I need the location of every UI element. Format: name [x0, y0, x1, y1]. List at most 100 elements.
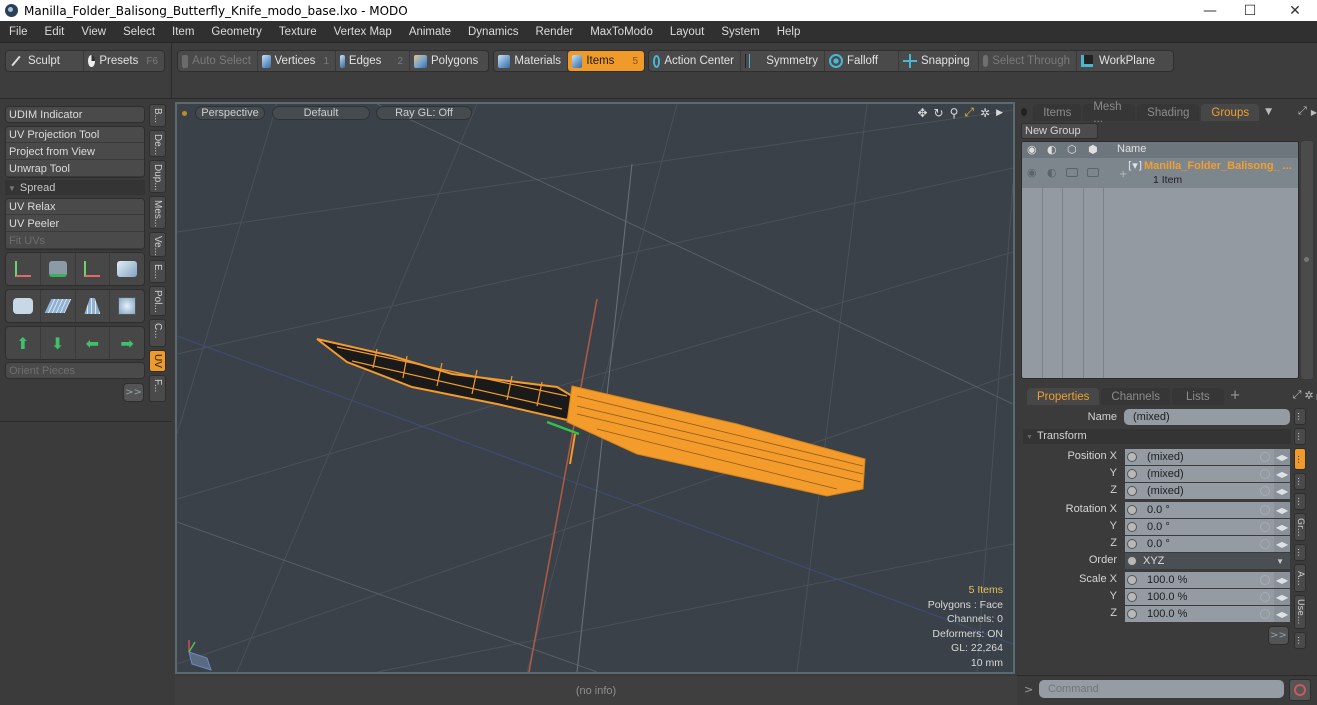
menu-system[interactable]: System	[712, 26, 767, 38]
uv-wrap-button[interactable]	[6, 290, 41, 322]
keyframe-dot-icon[interactable]	[1127, 522, 1137, 532]
side-tab[interactable]: ...	[1294, 408, 1306, 425]
polygons-button[interactable]: Polygons	[410, 51, 488, 71]
drag-value-icon[interactable]: ◀▶	[1274, 589, 1290, 605]
row-lock-checkbox[interactable]	[1066, 168, 1078, 177]
property-value[interactable]: (mixed)	[1141, 466, 1260, 482]
drag-value-icon[interactable]: ◀▶	[1274, 536, 1290, 552]
keyframe-dot-icon[interactable]	[1127, 505, 1137, 515]
render-column-icon[interactable]: ◐	[1047, 143, 1057, 156]
property-value[interactable]: (mixed)	[1141, 483, 1260, 499]
property-field[interactable]: 0.0 ° ◀▶	[1125, 536, 1290, 552]
align-right-button[interactable]: ➡	[110, 327, 144, 359]
property-value[interactable]: 100.0 %	[1141, 589, 1260, 605]
uv-perspective-button[interactable]	[76, 290, 111, 322]
menu-dynamics[interactable]: Dynamics	[459, 26, 526, 38]
link-icon[interactable]	[1260, 505, 1270, 515]
side-tab[interactable]: ...	[1294, 544, 1306, 561]
viewport-settings-gear-icon[interactable]: ✲	[980, 106, 990, 120]
spread-section-header[interactable]: ▼ Spread	[5, 180, 145, 196]
uv-sphere-button[interactable]	[110, 290, 144, 322]
orient-pieces-button[interactable]: Orient Pieces	[6, 363, 144, 378]
expand-more-button[interactable]: >>	[123, 383, 144, 402]
property-field[interactable]: 100.0 % ◀▶	[1125, 589, 1290, 605]
side-tab[interactable]: ...	[1294, 428, 1306, 445]
unwrap-tool-button[interactable]: Unwrap Tool	[6, 161, 144, 177]
property-field[interactable]: (mixed) ◀▶	[1125, 449, 1290, 465]
group-row[interactable]: ◉ ◐ + [▾] Manilla_Folder_Balisong_ ... 1…	[1022, 158, 1298, 188]
fit-uvs-button[interactable]: Fit UVs	[6, 233, 144, 249]
link-icon[interactable]	[1260, 469, 1270, 479]
select-through-button[interactable]: Select Through	[979, 51, 1077, 71]
rotate-uv-button[interactable]	[41, 253, 76, 285]
property-value[interactable]: 0.0 °	[1141, 519, 1260, 535]
keyframe-dot-icon[interactable]	[1127, 609, 1137, 619]
link-icon[interactable]	[1260, 609, 1270, 619]
edges-button[interactable]: Edges 2	[336, 51, 410, 71]
link-icon[interactable]	[1260, 452, 1270, 462]
tab-lists[interactable]: Lists	[1172, 388, 1224, 405]
3d-viewport[interactable]: Perspective Default Ray GL: Off ✥ ↻ ⚲ ⤢ …	[175, 102, 1015, 674]
link-icon[interactable]	[1260, 539, 1270, 549]
vtab-basic[interactable]: B...	[149, 104, 166, 127]
uv-transform-button[interactable]	[110, 253, 144, 285]
drag-value-icon[interactable]: ◀▶	[1274, 502, 1290, 518]
vtab-fusion[interactable]: F...	[149, 375, 166, 402]
project-from-view-button[interactable]: Project from View	[6, 144, 144, 160]
name-field[interactable]: (mixed)	[1124, 409, 1290, 425]
menu-view[interactable]: View	[72, 26, 114, 38]
menu-select[interactable]: Select	[114, 26, 163, 38]
workplane-button[interactable]: WorkPlane	[1077, 51, 1163, 71]
link-icon[interactable]	[1260, 522, 1270, 532]
maximize-viewport-icon[interactable]: ⤢	[964, 105, 974, 120]
menu-file[interactable]: File	[0, 26, 36, 38]
property-field[interactable]: 100.0 % ◀▶	[1125, 572, 1290, 588]
action-center-button[interactable]: Action Center	[649, 51, 741, 71]
sculpt-button[interactable]: Sculpt	[6, 51, 84, 71]
vtab-mesh-edit[interactable]: Mes...	[149, 196, 166, 229]
tab-properties[interactable]: Properties	[1027, 388, 1100, 405]
viewport-menu-arrow-icon[interactable]: ▶	[996, 108, 1003, 118]
vtab-deform[interactable]: De...	[149, 130, 166, 157]
tab-dropdown-icon[interactable]: ▼	[1265, 107, 1272, 117]
property-field[interactable]: 0.0 ° ◀▶	[1125, 519, 1290, 535]
row-render-icon[interactable]: ◐	[1047, 166, 1057, 179]
uv-peeler-button[interactable]: UV Peeler	[6, 216, 144, 232]
new-group-button[interactable]: New Group	[1021, 123, 1098, 139]
panel-arrow-icon[interactable]: ▶	[1311, 108, 1317, 117]
property-value[interactable]: 0.0 °	[1141, 536, 1260, 552]
command-input[interactable]	[1039, 680, 1284, 698]
link-icon[interactable]	[1260, 575, 1270, 585]
align-left-button[interactable]: ⬅	[76, 327, 111, 359]
rotation-order-dropdown[interactable]: XYZ ▼	[1125, 553, 1290, 569]
scale-uv-button[interactable]	[76, 253, 111, 285]
keyframe-dot-icon[interactable]	[1127, 469, 1137, 479]
side-tab[interactable]: ...	[1294, 632, 1306, 649]
vtab-polygon[interactable]: Pol...	[149, 286, 166, 316]
side-tab[interactable]: Gr...	[1294, 513, 1306, 541]
panel-expand-icon[interactable]: ⤢	[1298, 104, 1307, 118]
align-up-button[interactable]: ⬆	[6, 327, 41, 359]
shading-mode-dropdown[interactable]: Default	[272, 106, 370, 120]
property-value[interactable]: 0.0 °	[1141, 502, 1260, 518]
vtab-edge[interactable]: E...	[149, 260, 166, 283]
link-icon[interactable]	[1260, 486, 1270, 496]
keyframe-dot-icon[interactable]	[1127, 556, 1137, 566]
vtab-uv[interactable]: UV	[149, 350, 166, 372]
auto-select-button[interactable]: Auto Select	[178, 51, 258, 71]
align-down-button[interactable]: ⬇	[41, 327, 76, 359]
uv-projection-tool-button[interactable]: UV Projection Tool	[6, 127, 144, 143]
raygl-toggle[interactable]: Ray GL: Off	[376, 106, 472, 120]
vertices-button[interactable]: Vertices 1	[258, 51, 336, 71]
property-field[interactable]: 0.0 ° ◀▶	[1125, 502, 1290, 518]
menu-edit[interactable]: Edit	[36, 26, 73, 38]
menu-animate[interactable]: Animate	[400, 26, 459, 38]
properties-expand-icon[interactable]: ⤢	[1293, 388, 1302, 402]
record-button[interactable]	[1289, 679, 1311, 701]
tab-mesh[interactable]: Mesh ...	[1083, 101, 1136, 125]
property-field[interactable]: (mixed) ◀▶	[1125, 483, 1290, 499]
drag-value-icon[interactable]: ◀▶	[1274, 519, 1290, 535]
side-tab[interactable]: ...	[1294, 493, 1306, 510]
property-value[interactable]: 100.0 %	[1141, 606, 1260, 622]
groups-scrollbar[interactable]	[1301, 141, 1313, 379]
